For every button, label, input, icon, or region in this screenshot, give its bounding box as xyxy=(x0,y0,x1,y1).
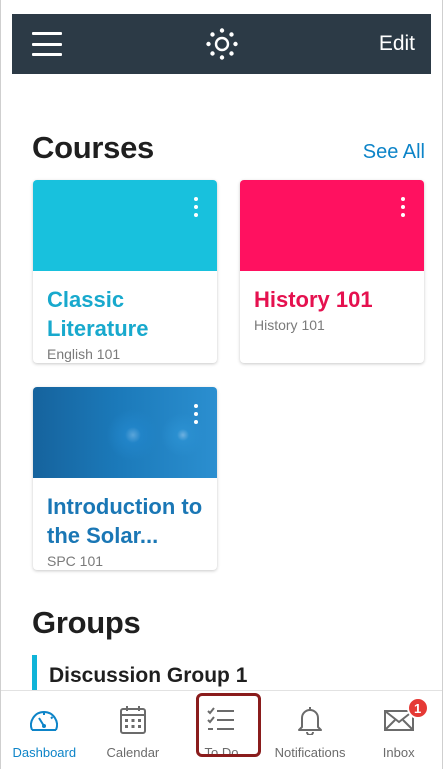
tab-label: Notifications xyxy=(274,745,346,760)
course-card-intro-solar[interactable]: Introduction to the Solar... SPC 101 xyxy=(33,387,217,570)
course-code: English 101 xyxy=(47,346,121,362)
course-card-history-101[interactable]: History 101 History 101 xyxy=(240,180,424,363)
tab-label: Dashboard xyxy=(12,745,77,760)
app-screen: Edit Courses See All Classic Literature … xyxy=(0,0,443,769)
course-title: Introduction to the Solar... xyxy=(47,494,203,548)
course-code: SPC 101 xyxy=(47,553,104,569)
top-navbar: Edit xyxy=(12,14,431,74)
tab-dashboard[interactable]: Dashboard xyxy=(0,691,89,769)
course-title: Classic Literature xyxy=(47,287,149,341)
course-card-image-header xyxy=(33,387,217,478)
groups-header: Groups xyxy=(32,605,425,641)
groups-title: Groups xyxy=(32,605,141,640)
course-card-body: Classic Literature English 101 xyxy=(33,271,217,363)
courses-header: Courses See All xyxy=(32,130,425,166)
course-card-classic-literature[interactable]: Classic Literature English 101 xyxy=(33,180,217,363)
group-name: Discussion Group 1 xyxy=(49,664,248,687)
see-all-link[interactable]: See All xyxy=(363,141,425,164)
hamburger-icon[interactable] xyxy=(32,32,62,56)
tab-label: Inbox xyxy=(382,745,415,760)
course-card-color-header xyxy=(240,180,424,271)
course-options-icon[interactable] xyxy=(193,404,199,424)
tab-label: Calendar xyxy=(106,745,160,760)
screen-frame xyxy=(0,0,443,769)
todo-highlight-box xyxy=(196,693,261,757)
course-card-color-header xyxy=(33,180,217,271)
course-card-body: Introduction to the Solar... SPC 101 xyxy=(33,478,217,570)
course-title: History 101 xyxy=(254,287,373,312)
inbox-badge: 1 xyxy=(406,697,429,719)
courses-title: Courses xyxy=(32,130,154,165)
course-options-icon[interactable] xyxy=(400,197,406,217)
course-options-icon[interactable] xyxy=(193,197,199,217)
course-code: History 101 xyxy=(254,317,325,333)
tab-inbox[interactable]: 1 Inbox xyxy=(354,691,443,769)
dashboard-icon xyxy=(27,703,61,737)
bell-icon xyxy=(293,703,327,737)
calendar-icon xyxy=(116,703,150,737)
tab-calendar[interactable]: Calendar xyxy=(89,691,178,769)
tab-notifications[interactable]: Notifications xyxy=(266,691,355,769)
course-card-body: History 101 History 101 xyxy=(240,271,424,343)
edit-button[interactable]: Edit xyxy=(373,28,421,60)
canvas-logo-icon[interactable] xyxy=(205,27,239,61)
